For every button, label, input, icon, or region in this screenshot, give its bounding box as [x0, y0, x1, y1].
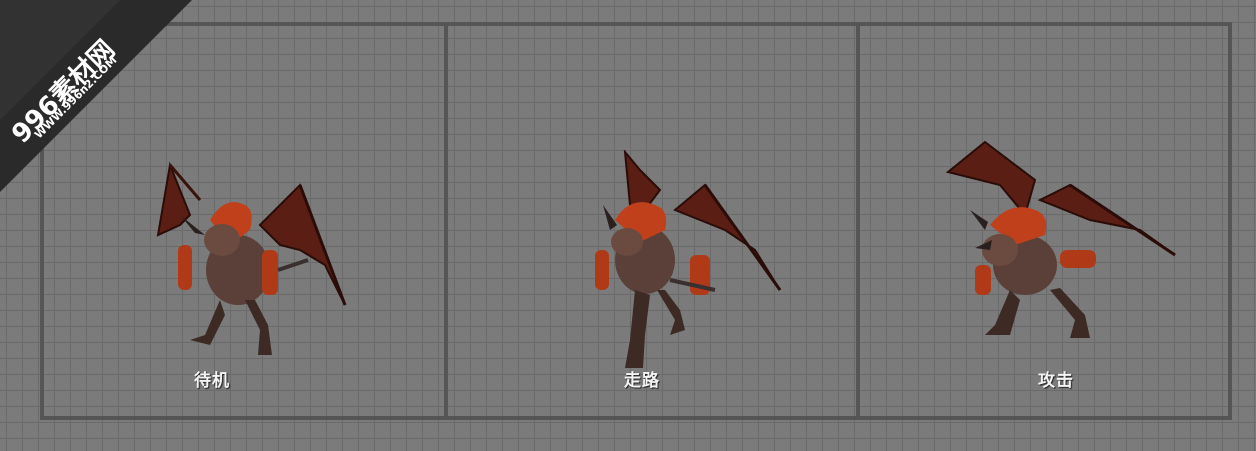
watermark-corner: 996素材网 WWW.996n2.COM	[0, 0, 200, 200]
animation-label-idle: 待机	[194, 371, 230, 391]
animation-label-walk: 走路	[624, 371, 660, 391]
demon-sprite-walk	[595, 150, 782, 368]
animation-label-attack: 攻击	[1038, 371, 1074, 391]
demon-sprite-attack	[945, 140, 1176, 338]
